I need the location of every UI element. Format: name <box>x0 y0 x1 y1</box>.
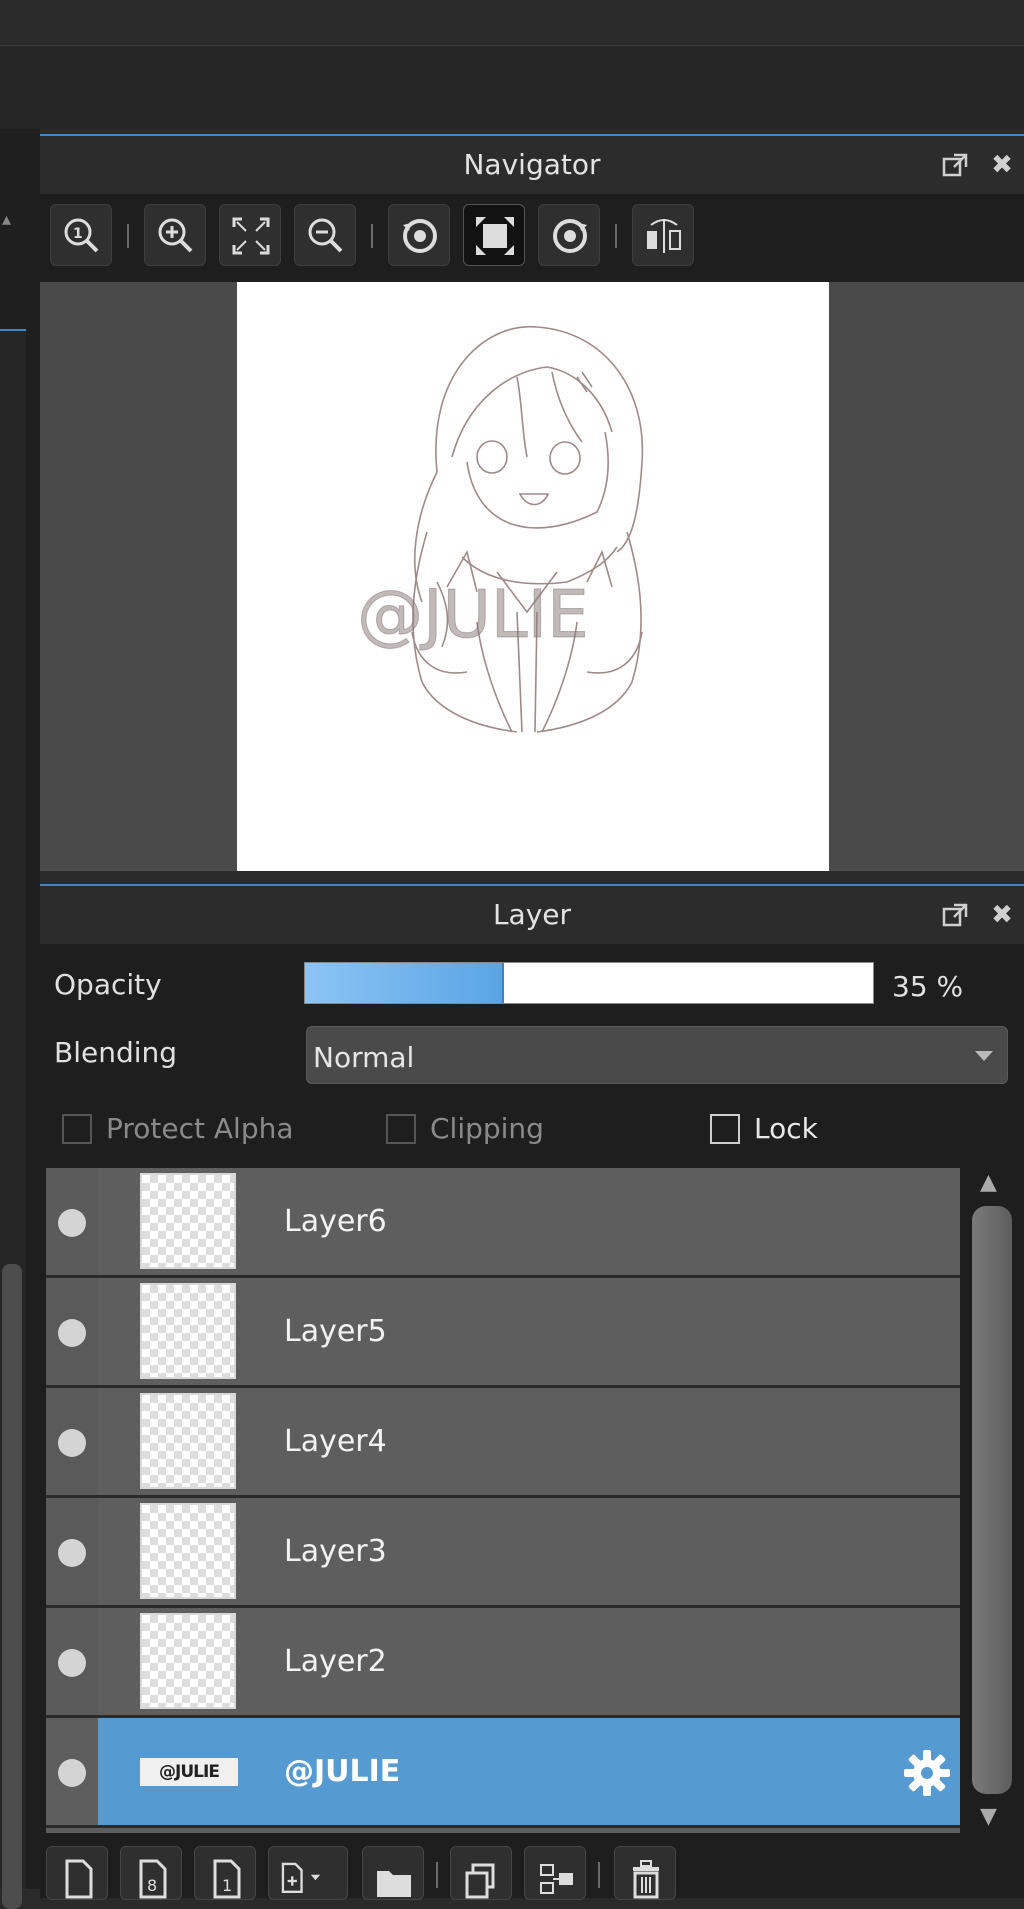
layer-row[interactable]: Layer5 <box>46 1278 960 1388</box>
new-layer-icon[interactable] <box>46 1846 108 1900</box>
scroll-down-icon[interactable]: ▼ <box>980 1804 997 1829</box>
layer-scrollbar[interactable]: ▲ ▼ <box>966 1168 1018 1833</box>
toolbar-separator <box>127 224 129 248</box>
visibility-toggle-icon[interactable] <box>58 1539 86 1567</box>
layer-name: @JULIE <box>284 1754 401 1789</box>
layer-list: Layer6 Layer5 Layer4 Layer3 Layer2 @JULI… <box>46 1168 960 1833</box>
character-sketch-image: @JULIE <box>357 325 644 733</box>
reset-view-icon[interactable] <box>463 204 525 266</box>
toolbar-separator <box>615 224 617 248</box>
layer-thumbnail-text: @JULIE <box>140 1758 238 1786</box>
left-scroll-up-icon[interactable]: ▴ <box>2 209 11 230</box>
left-panel-strip: ▴ <box>0 129 40 1909</box>
navigator-title-bar: Navigator ✖ <box>40 136 1024 194</box>
layer-panel: Layer ✖ Opacity 35 % Blending Normal Pro… <box>40 884 1024 1900</box>
layer-title-bar: Layer ✖ <box>40 886 1024 944</box>
svg-text:1: 1 <box>222 1876 232 1895</box>
layer-name: Layer4 <box>284 1424 387 1459</box>
left-scrollbar-thumb[interactable] <box>2 1264 22 1909</box>
layer-row[interactable]: Layer3 <box>46 1498 960 1608</box>
new-1bit-layer-icon[interactable]: 1 <box>194 1846 256 1900</box>
top-toolbar-area <box>0 47 1024 129</box>
chevron-down-icon <box>975 1051 993 1061</box>
add-layer-dropdown-icon[interactable] <box>268 1846 348 1900</box>
svg-text:1: 1 <box>73 226 83 242</box>
protect-alpha-checkbox[interactable]: Protect Alpha <box>62 1112 294 1145</box>
layer-row[interactable]: Layer4 <box>46 1388 960 1498</box>
toolbar-separator <box>436 1862 438 1888</box>
toolbar-separator <box>598 1862 600 1888</box>
visibility-toggle-icon[interactable] <box>58 1429 86 1457</box>
close-icon[interactable]: ✖ <box>988 151 1016 179</box>
clipping-label: Clipping <box>430 1112 544 1145</box>
clipping-checkbox[interactable]: Clipping <box>386 1112 544 1145</box>
duplicate-layer-icon[interactable] <box>450 1846 512 1900</box>
layer-thumbnail <box>140 1613 236 1709</box>
svg-text:@JULIE: @JULIE <box>357 576 589 653</box>
popout-icon[interactable] <box>942 901 970 929</box>
protect-alpha-label: Protect Alpha <box>106 1112 294 1145</box>
visibility-toggle-icon[interactable] <box>58 1209 86 1237</box>
scroll-up-icon[interactable]: ▲ <box>980 1170 997 1195</box>
gear-icon[interactable] <box>902 1748 952 1798</box>
popout-icon[interactable] <box>942 151 970 179</box>
opacity-slider[interactable] <box>304 962 874 1004</box>
opacity-value: 35 % <box>892 970 964 1003</box>
visibility-toggle-icon[interactable] <box>58 1759 86 1787</box>
toolbar-separator <box>371 224 373 248</box>
checkbox-box <box>710 1113 740 1144</box>
merge-down-icon[interactable] <box>524 1846 586 1900</box>
zoom-in-icon[interactable] <box>144 204 206 266</box>
navigator-toolbar: 1 <box>40 194 1024 282</box>
layer-name: Layer5 <box>284 1314 387 1349</box>
opacity-slider-fill <box>305 963 504 1003</box>
layer-actions-toolbar: 8 1 <box>40 1838 1024 1900</box>
svg-text:8: 8 <box>147 1876 157 1895</box>
trash-icon[interactable] <box>614 1846 676 1900</box>
lock-label: Lock <box>754 1112 818 1145</box>
blending-label: Blending <box>54 1036 178 1069</box>
blending-value: Normal <box>313 1041 415 1074</box>
folder-icon[interactable] <box>362 1846 424 1900</box>
top-menu-bar <box>0 0 1024 46</box>
visibility-toggle-icon[interactable] <box>58 1649 86 1677</box>
layer-name: Layer3 <box>284 1534 387 1569</box>
scrollbar-thumb[interactable] <box>972 1206 1012 1794</box>
rotate-right-icon[interactable] <box>538 204 600 266</box>
layer-thumbnail <box>140 1393 236 1489</box>
layer-row-selected[interactable]: @JULIE @JULIE <box>46 1718 960 1828</box>
layer-name: Layer2 <box>284 1644 387 1679</box>
layer-thumbnail <box>140 1173 236 1269</box>
navigator-title: Navigator <box>463 148 601 181</box>
close-icon[interactable]: ✖ <box>988 901 1016 929</box>
navigator-panel: Navigator ✖ 1 @JULIE <box>40 134 1024 871</box>
blending-select[interactable]: Normal <box>306 1026 1008 1084</box>
navigator-preview[interactable]: @JULIE <box>40 282 1024 871</box>
zoom-actual-icon[interactable]: 1 <box>50 204 112 266</box>
layer-row[interactable]: Layer6 <box>46 1168 960 1278</box>
layer-thumbnail <box>140 1503 236 1599</box>
checkbox-box <box>386 1113 416 1144</box>
flip-horizontal-icon[interactable] <box>632 204 694 266</box>
layer-thumbnail <box>140 1283 236 1379</box>
opacity-label: Opacity <box>54 968 162 1001</box>
zoom-out-icon[interactable] <box>294 204 356 266</box>
checkbox-box <box>62 1113 92 1144</box>
fit-screen-icon[interactable] <box>219 204 281 266</box>
visibility-toggle-icon[interactable] <box>58 1319 86 1347</box>
layer-title: Layer <box>492 898 572 931</box>
canvas-thumbnail: @JULIE <box>237 282 829 871</box>
layer-name: Layer6 <box>284 1204 387 1239</box>
lock-checkbox[interactable]: Lock <box>710 1112 818 1145</box>
layer-row[interactable]: Layer2 <box>46 1608 960 1718</box>
new-8bit-layer-icon[interactable]: 8 <box>120 1846 182 1900</box>
rotate-left-icon[interactable] <box>388 204 450 266</box>
